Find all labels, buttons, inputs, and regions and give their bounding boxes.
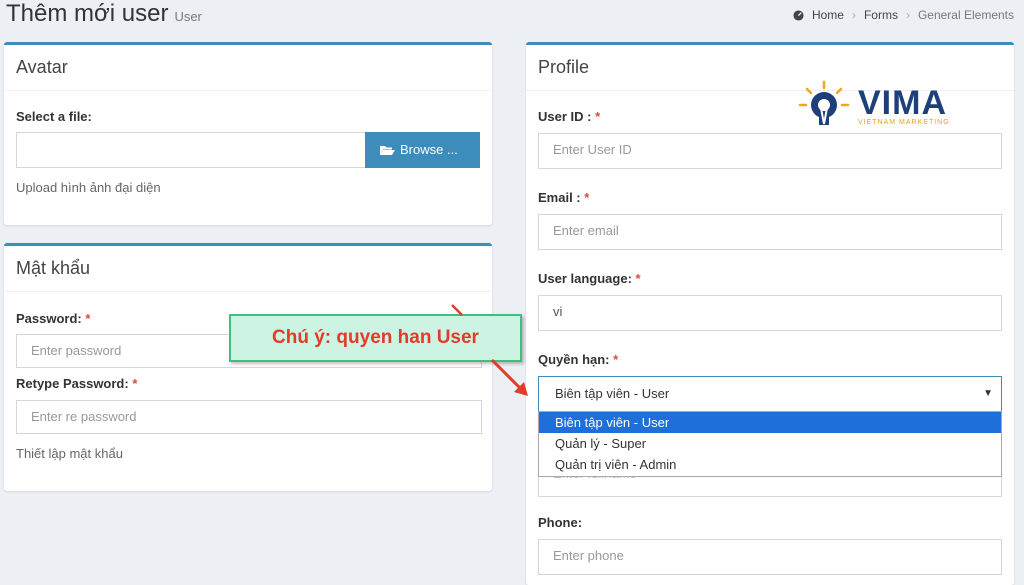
password-label: Password: *	[16, 311, 91, 326]
avatar-help-text: Upload hình ảnh đại diện	[16, 180, 161, 195]
breadcrumb-home[interactable]: Home	[812, 8, 844, 22]
phone-input[interactable]: Enter phone	[538, 539, 1002, 575]
language-input[interactable]: vi	[538, 295, 1002, 331]
password-help-text: Thiết lập mật khẩu	[16, 446, 123, 461]
avatar-box: Avatar Select a file: Browse ... Upload …	[4, 42, 492, 225]
browse-button[interactable]: Browse ...	[365, 132, 480, 168]
breadcrumb-separator: ›	[851, 8, 856, 22]
file-path-input[interactable]	[16, 132, 368, 168]
email-input[interactable]: Enter email	[538, 214, 1002, 250]
dashboard-icon	[793, 9, 804, 21]
password-box-title: Mật khẩu	[4, 246, 492, 292]
dropdown-caret-icon: ▼	[983, 388, 993, 399]
role-option[interactable]: Quản trị viên - Admin	[539, 454, 1001, 475]
phone-label: Phone:	[538, 515, 583, 530]
annotation-arrow-tail-icon	[451, 304, 463, 316]
lightbulb-logo-icon	[798, 80, 850, 125]
annotation-callout: Chú ý: quyen han User	[229, 314, 522, 362]
retype-password-label: Retype Password: *	[16, 376, 138, 391]
breadcrumb-forms[interactable]: Forms	[864, 8, 898, 22]
breadcrumb-separator: ›	[905, 8, 910, 22]
role-select-value: Biên tập viên - User	[555, 386, 670, 401]
logo-name: VIMA	[858, 83, 947, 122]
avatar-box-title: Avatar	[4, 45, 492, 91]
role-dropdown-list[interactable]: Biên tập viên - User Quản lý - Super Quả…	[538, 411, 1002, 477]
logo-tagline: VIETNAM MARKETING	[858, 118, 950, 126]
file-label: Select a file:	[16, 109, 92, 124]
vima-logo: VIMA VIETNAM MARKETING	[798, 80, 950, 132]
breadcrumb: Home › Forms › General Elements	[793, 8, 1014, 22]
user-id-input[interactable]: Enter User ID	[538, 133, 1002, 169]
email-label: Email : *	[538, 190, 590, 205]
folder-open-icon	[380, 146, 395, 155]
browse-button-label: Browse ...	[400, 142, 458, 157]
role-option[interactable]: Biên tập viên - User	[539, 412, 1001, 433]
page-title: Thêm mới user User	[6, 0, 202, 28]
language-label: User language: *	[538, 271, 641, 286]
breadcrumb-current: General Elements	[917, 8, 1014, 22]
page-subtitle: User	[174, 9, 202, 24]
user-id-label: User ID : *	[538, 109, 601, 124]
role-option[interactable]: Quản lý - Super	[539, 433, 1001, 454]
retype-password-input[interactable]: Enter re password	[16, 400, 482, 434]
role-select[interactable]: Biên tập viên - User ▼	[538, 376, 1002, 412]
page-title-text: Thêm mới user	[6, 0, 169, 27]
password-box: Mật khẩu Password: * Enter password Rety…	[4, 243, 492, 491]
annotation-arrow-icon	[490, 358, 528, 396]
role-label: Quyền hạn: *	[538, 352, 619, 367]
